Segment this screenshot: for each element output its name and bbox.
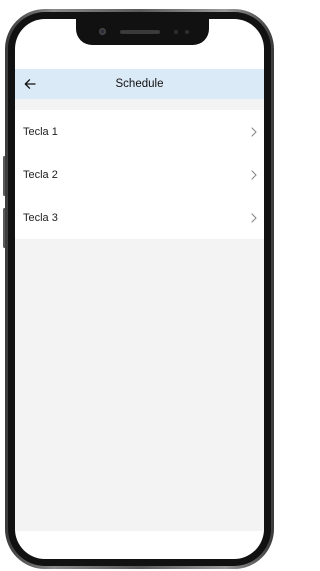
list-item-tecla-2[interactable]: Tecla 2	[15, 153, 264, 196]
list-item-label: Tecla 2	[23, 168, 58, 181]
chevron-right-icon	[246, 167, 262, 183]
chevron-right-icon	[246, 210, 262, 226]
sensor-dot	[185, 30, 189, 34]
key-list: Tecla 1 Tecla 2 Tecla 3	[15, 110, 264, 239]
screen: Schedule Tecla 1 Tecla 2 Tecla 3	[15, 19, 264, 559]
app-screen: Schedule Tecla 1 Tecla 2 Tecla 3	[15, 19, 264, 559]
section-spacer	[15, 99, 264, 110]
list-item-tecla-1[interactable]: Tecla 1	[15, 110, 264, 153]
phone-bezel: Schedule Tecla 1 Tecla 2 Tecla 3	[8, 12, 271, 566]
phone-frame: Schedule Tecla 1 Tecla 2 Tecla 3	[5, 9, 274, 569]
empty-content-area	[15, 239, 264, 531]
page-title: Schedule	[115, 78, 164, 90]
device-mockup: Schedule Tecla 1 Tecla 2 Tecla 3	[0, 0, 278, 571]
camera-icon	[99, 28, 106, 35]
app-header: Schedule	[15, 69, 264, 99]
list-item-tecla-3[interactable]: Tecla 3	[15, 196, 264, 239]
speaker-grille	[120, 30, 160, 34]
chevron-right-icon	[246, 124, 262, 140]
arrow-left-icon	[24, 79, 36, 89]
sensor-dot	[174, 30, 178, 34]
list-item-label: Tecla 1	[23, 125, 58, 138]
list-item-label: Tecla 3	[23, 211, 58, 224]
back-button[interactable]	[19, 73, 41, 95]
notch	[76, 19, 209, 45]
